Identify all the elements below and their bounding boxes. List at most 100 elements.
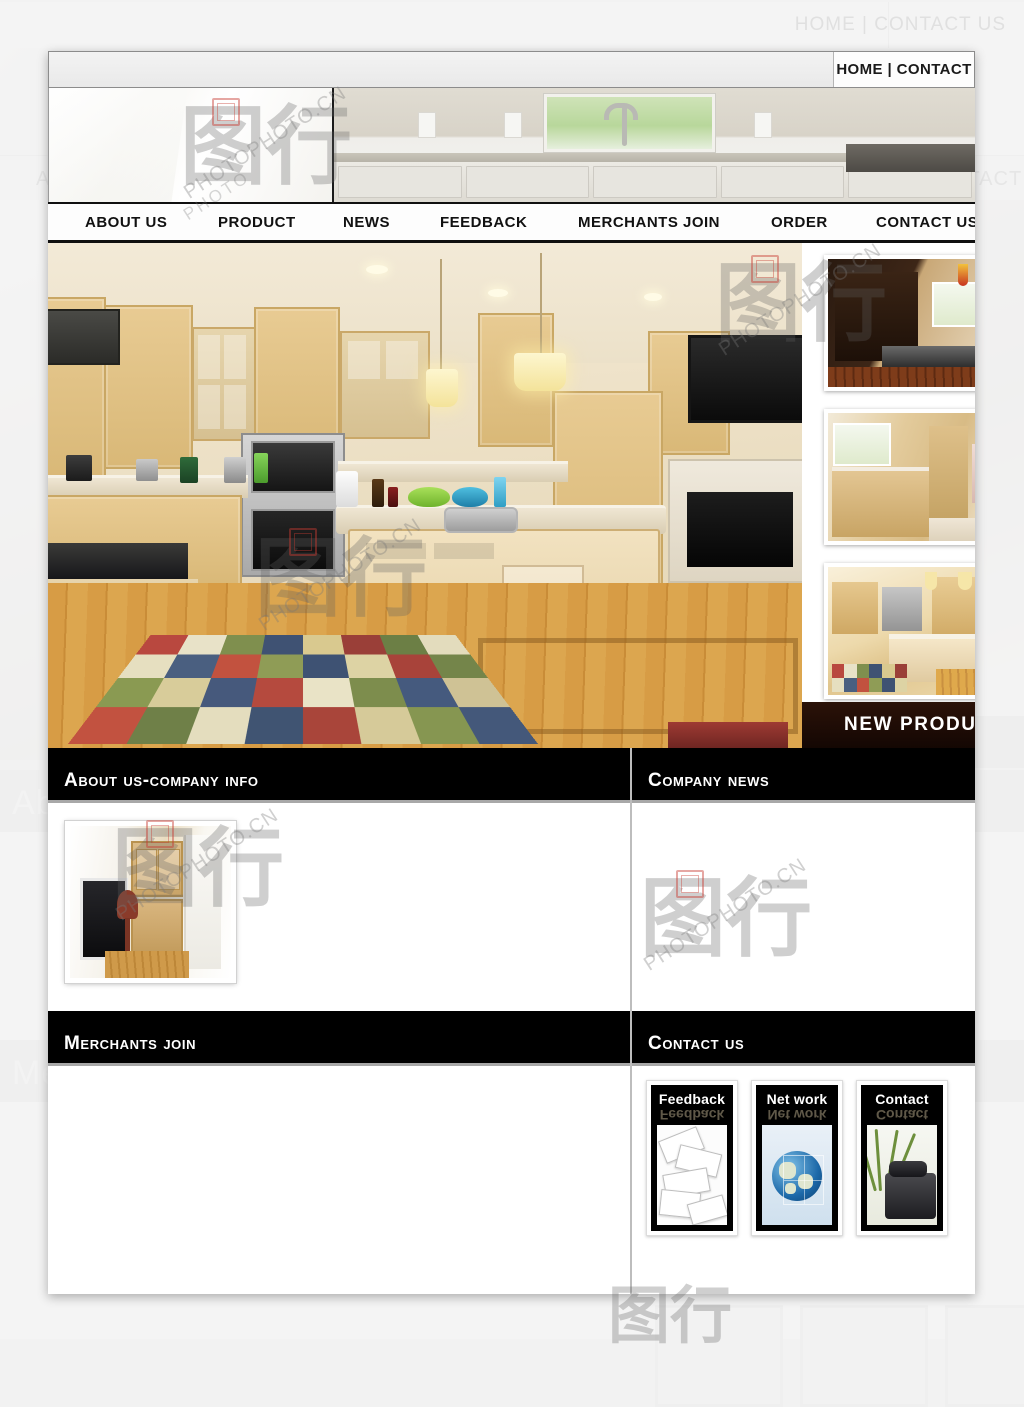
nav-item-merchants-join[interactable]: MERCHANTS JOIN [578, 214, 720, 231]
panel-header-about: About us-company info [48, 748, 630, 803]
glass-pane [224, 385, 246, 429]
kitchen-accent-rug [668, 722, 788, 748]
ghost-utility-nav: HOME | CONTACT US [794, 14, 1006, 35]
panel-body-about [48, 803, 630, 1011]
content-panels: About us-company info Company news Merch… [48, 748, 975, 1294]
utility-nav-container[interactable]: HOME | CONTACT [833, 52, 974, 87]
ghost-contact-thumb-2 [800, 1305, 928, 1407]
panel-row-bottom: Merchants join Contact us Feedback Feedb… [48, 1011, 975, 1294]
panel-body-contact: Feedback Feedback Net work Net work Cont… [632, 1066, 975, 1294]
nav-item-order[interactable]: ORDER [771, 214, 828, 231]
kitchen-range-hood [48, 309, 120, 365]
panel-title-merchants-join: Merchants join [64, 1033, 197, 1054]
contact-thumb-contact[interactable]: Contact Contact [856, 1080, 948, 1236]
paper-towel-roll [336, 471, 358, 507]
thumb-floor [828, 366, 975, 387]
banner-window [544, 94, 715, 152]
about-image-base-cabinet [131, 898, 184, 955]
side-thumbnail-maple-island[interactable] [824, 563, 975, 699]
stool-back [116, 889, 138, 920]
rug-tile [261, 635, 303, 655]
rug-tile [844, 664, 857, 679]
rug-tile [256, 654, 303, 678]
nav-item-product[interactable]: PRODUCT [218, 214, 296, 231]
panel-body-merchants [48, 1066, 630, 1294]
kitchen-glass-cabinet [192, 327, 256, 441]
panel-header-merchants: Merchants join [48, 1011, 630, 1066]
rug-tile [251, 678, 303, 708]
banner-cabinet-door [338, 166, 462, 198]
glass-pane [136, 849, 158, 890]
contact-thumb-reflection: Net work [767, 1107, 827, 1123]
contact-thumb-network[interactable]: Net work Net work [751, 1080, 843, 1236]
contact-thumb-reflection: Feedback [659, 1107, 725, 1123]
island-bottle [494, 477, 506, 507]
panel-merchants-join: Merchants join [48, 1011, 632, 1294]
telephone-icon [867, 1125, 937, 1225]
banner-faucet-icon [604, 103, 638, 146]
rug-tile [869, 664, 882, 679]
panel-body-news [632, 803, 975, 1011]
kitchen-area-rug [67, 635, 539, 745]
island-fruit-bowl [408, 487, 450, 507]
kitchen-fireplace [668, 459, 802, 583]
banner-cabinet-door [720, 166, 845, 198]
thumb-doorway [972, 443, 975, 503]
nav-item-contact-us[interactable]: CONTACT US [876, 214, 975, 231]
thumb-floor [936, 669, 975, 695]
panel-about-us: About us-company info [48, 748, 632, 1011]
rug-tile [894, 678, 908, 693]
rug-tile [303, 654, 350, 678]
kitchen-bottle [180, 457, 198, 483]
rug-tile [831, 664, 845, 679]
glass-pane [348, 341, 380, 379]
contact-thumb-label-network: Net work [766, 1091, 828, 1107]
kitchen-range-top [48, 543, 188, 579]
glass-pane [224, 335, 246, 379]
thumb-pendant-lamp [957, 572, 972, 591]
nav-item-news[interactable]: NEWS [343, 214, 390, 231]
utility-nav-links[interactable]: HOME | CONTACT [836, 61, 971, 78]
envelopes-icon [657, 1125, 727, 1225]
watermark-bottom: 图行 [608, 1285, 732, 1347]
globe-icon [762, 1125, 832, 1225]
thumb-pendant-lamp [925, 572, 938, 591]
banner-switch-2 [504, 112, 522, 138]
pendant-cord [540, 253, 542, 353]
side-thumbnail-vanity-hallway[interactable] [824, 409, 975, 545]
rug-tile [844, 678, 857, 693]
recessed-light [644, 293, 662, 301]
nav-item-feedback[interactable]: FEEDBACK [440, 214, 527, 231]
rug-tile [856, 664, 870, 679]
thumb-upper-cabinet [831, 582, 879, 634]
side-thumbnail-dark-kitchen[interactable] [824, 255, 975, 391]
about-us-image[interactable] [64, 820, 237, 984]
ghost-utility-divider [888, 2, 889, 48]
pendant-cord [440, 259, 442, 369]
hero-section: NEW PRODUCT [48, 243, 975, 748]
panel-title-about-us: About us-company info [64, 770, 259, 791]
rug-tile [303, 678, 355, 708]
hero-main-image[interactable] [48, 243, 802, 748]
banner-cabinet-door [465, 166, 590, 198]
island-drawer [434, 543, 494, 559]
contact-thumb-feedback[interactable]: Feedback Feedback [646, 1080, 738, 1236]
contact-thumb-reflection: Contact [875, 1107, 929, 1123]
kitchen-wall-tv [688, 335, 802, 423]
main-navigation: ABOUT US PRODUCT NEWS FEEDBACK MERCHANTS… [48, 202, 975, 243]
banner-cabinet-door [593, 166, 717, 198]
kitchen-appliance [136, 459, 158, 481]
rug-tile [881, 664, 895, 679]
hero-side-thumbnails: NEW PRODUCT [802, 243, 975, 748]
banner-switch-1 [418, 112, 436, 138]
panel-header-news: Company news [632, 748, 975, 803]
glass-pane [198, 335, 220, 379]
site-window: HOME | CONTACT ABOUT US PRODUCT NEWS FEE… [48, 51, 975, 1294]
ghost-contact-thumb-1 [655, 1305, 783, 1407]
nav-item-about-us[interactable]: ABOUT US [85, 214, 167, 231]
panel-header-contact: Contact us [632, 1011, 975, 1066]
thumb-inner: Contact Contact [861, 1085, 943, 1231]
pendant-lamp [514, 353, 566, 391]
island-sink [444, 507, 518, 533]
new-product-banner[interactable]: NEW PRODUCT [802, 702, 975, 748]
